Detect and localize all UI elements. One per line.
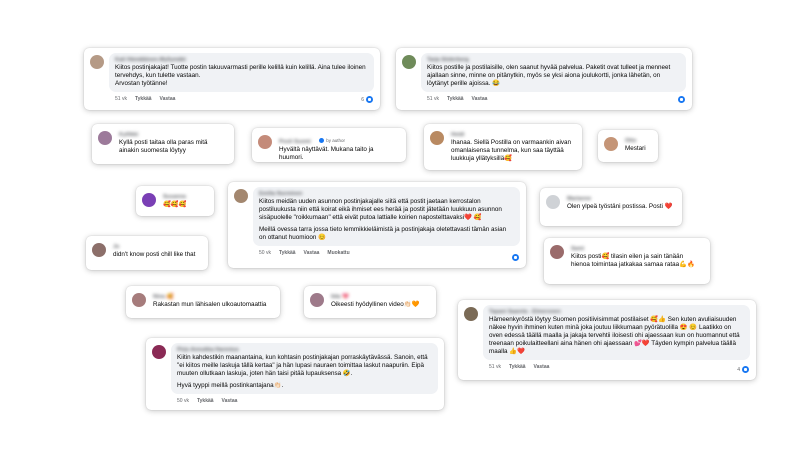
like-reaction-icon bbox=[678, 96, 685, 103]
reply-button[interactable]: Vastaa bbox=[222, 398, 238, 404]
comment-actions: 50 vk Tykkää Vastaa bbox=[177, 398, 438, 404]
avatar[interactable] bbox=[98, 131, 112, 145]
comment-time[interactable]: 50 vk bbox=[259, 250, 271, 256]
comment-author[interactable]: Tarja Söderberg bbox=[427, 56, 680, 64]
comment-card: Kati Hämäläinen-Myllymäki Kiitos postinj… bbox=[84, 48, 380, 110]
comment-text: Kiitos posti🥰 tilasin eilen ja sain tänä… bbox=[571, 253, 695, 269]
comment-actions: 50 vk Tykkää Vastaa Muokattu bbox=[259, 250, 520, 256]
comment-card: Marianne Olen ylpeä työstäni postissa. P… bbox=[540, 188, 682, 226]
reply-button[interactable]: Vastaa bbox=[534, 364, 550, 370]
comment-author[interactable]: Otto bbox=[625, 137, 650, 145]
comment-author[interactable]: Sami bbox=[571, 245, 702, 253]
like-reaction-icon bbox=[366, 96, 373, 103]
avatar[interactable] bbox=[234, 189, 248, 203]
comment-text: Kiitos meidän uuden asunnon postinjakaja… bbox=[259, 198, 502, 222]
comment-time[interactable]: 51 vk bbox=[115, 96, 127, 102]
comment-author[interactable]: Pirjo Annukka Harenius bbox=[177, 346, 432, 354]
comment-author[interactable]: Jo bbox=[113, 243, 200, 251]
reply-button[interactable]: Vastaa bbox=[304, 250, 320, 256]
comment-author[interactable]: Tapani Saarela - Elmeronen bbox=[489, 308, 744, 316]
comment-time[interactable]: 50 vk bbox=[177, 398, 189, 404]
author-badge-icon bbox=[319, 138, 325, 143]
comment-card: Sami Kiitos posti🥰 tilasin eilen ja sain… bbox=[544, 238, 710, 284]
like-button[interactable]: Tykkää bbox=[447, 96, 464, 102]
comment-author[interactable]: Susanna bbox=[163, 193, 206, 201]
comment-actions: 51 vk Tykkää Vastaa bbox=[489, 364, 750, 370]
like-reaction-icon bbox=[742, 366, 749, 373]
comment-card: Tarja Söderberg Kiitos postille ja posti… bbox=[396, 48, 692, 110]
author-badge: by author bbox=[319, 137, 345, 145]
comment-card: Kyllikki Kyllä posti taitaa olla paras m… bbox=[92, 124, 234, 164]
comment-text: Hämeenkyröstä löytyy Suomen positiivisim… bbox=[489, 316, 740, 356]
reaction-count: 6 bbox=[361, 96, 364, 103]
comment-text: Olen ylpeä työstäni postissa. Posti ❤️ bbox=[567, 203, 673, 210]
comment-time[interactable]: 51 vk bbox=[427, 96, 439, 102]
comment-card: Emilia Nurminen Kiitos meidän uuden asun… bbox=[228, 182, 526, 268]
avatar[interactable] bbox=[550, 245, 564, 259]
comment-card: Susanna 🥰🥰🥰 bbox=[136, 186, 214, 216]
avatar[interactable] bbox=[92, 243, 106, 257]
comment-author[interactable]: Emilia Nurminen bbox=[259, 190, 514, 198]
comment-author[interactable]: Marianne bbox=[567, 195, 674, 203]
comment-text: Meillä ovessa tarra jossa tieto lemmikki… bbox=[259, 226, 507, 242]
comment-text: Kyllä posti taitaa olla paras mitä ainak… bbox=[119, 139, 208, 155]
reaction-summary[interactable] bbox=[512, 254, 519, 261]
comment-text: Ihanaa. Siellä Postilla on varmaankin ai… bbox=[451, 139, 572, 163]
like-reaction-icon bbox=[512, 254, 519, 261]
comment-text: Rakastan mun lähisalen ulkoautomaattia bbox=[153, 301, 267, 308]
comment-actions: 51 vk Tykkää Vastaa bbox=[427, 96, 686, 102]
avatar[interactable] bbox=[430, 131, 444, 145]
reaction-summary[interactable] bbox=[678, 96, 685, 103]
comment-text: Hyvältä näyttävät. Mukana taito ja huumo… bbox=[279, 146, 374, 162]
comment-card: Tapani Saarela - Elmeronen Hämeenkyröstä… bbox=[458, 300, 756, 380]
reaction-summary[interactable]: 6 bbox=[361, 96, 373, 103]
comment-time[interactable]: 51 vk bbox=[489, 364, 501, 370]
comment-actions: 51 vk Tykkää Vastaa bbox=[115, 96, 374, 102]
reply-button[interactable]: Vastaa bbox=[472, 96, 488, 102]
avatar[interactable] bbox=[258, 135, 272, 149]
avatar[interactable] bbox=[402, 55, 416, 69]
comment-card: Posti Suomi by author Hyvältä näyttävät.… bbox=[252, 128, 406, 162]
comment-text: 🥰🥰🥰 bbox=[163, 201, 187, 208]
comment-author[interactable]: Kyllikki bbox=[119, 131, 226, 139]
comment-author[interactable]: Kati Hämäläinen-Myllymäki bbox=[115, 56, 368, 64]
comment-card: Jo didn't know posti chill like that bbox=[86, 236, 208, 270]
reaction-count: 4 bbox=[737, 366, 740, 373]
comment-text: Mestari bbox=[625, 145, 646, 152]
comment-text: Kiitos postinjakajat! Tuotte postin taku… bbox=[115, 64, 366, 88]
reaction-summary[interactable]: 4 bbox=[737, 366, 749, 373]
comment-card: Iida 💖 Oikeesti hyödyllinen video👏🏻🧡 bbox=[304, 286, 436, 318]
edited-label: Muokattu bbox=[327, 250, 350, 257]
avatar[interactable] bbox=[152, 345, 166, 359]
reply-button[interactable]: Vastaa bbox=[160, 96, 176, 102]
comment-text: didn't know posti chill like that bbox=[113, 251, 196, 258]
avatar[interactable] bbox=[546, 195, 560, 209]
comment-author[interactable]: Posti Suomi bbox=[279, 138, 311, 146]
comment-text: Oikeesti hyödyllinen video👏🏻🧡 bbox=[331, 301, 420, 308]
comment-card: Heidi Ihanaa. Siellä Postilla on varmaan… bbox=[424, 124, 582, 170]
comment-author[interactable]: Heidi bbox=[451, 131, 574, 139]
comment-text: Kiitos postille ja postilaisille, olen s… bbox=[427, 64, 671, 88]
comment-author[interactable]: Nina 🥰 bbox=[153, 293, 272, 301]
avatar[interactable] bbox=[310, 293, 324, 307]
avatar[interactable] bbox=[604, 137, 618, 151]
comment-card: Pirjo Annukka Harenius Kiitin kahdestiki… bbox=[146, 338, 444, 410]
comment-text: Kiitin kahdestikin maanantaina, kun koht… bbox=[177, 354, 428, 378]
like-button[interactable]: Tykkää bbox=[135, 96, 152, 102]
comment-card: Nina 🥰 Rakastan mun lähisalen ulkoautoma… bbox=[126, 286, 280, 318]
avatar[interactable] bbox=[90, 55, 104, 69]
avatar[interactable] bbox=[142, 193, 156, 207]
comment-author[interactable]: Iida 💖 bbox=[331, 293, 428, 301]
like-button[interactable]: Tykkää bbox=[509, 364, 526, 370]
like-button[interactable]: Tykkää bbox=[197, 398, 214, 404]
comment-text: Hyvä tyyppi meillä postinkantajana👏🏻. bbox=[177, 382, 284, 390]
avatar[interactable] bbox=[464, 307, 478, 321]
avatar[interactable] bbox=[132, 293, 146, 307]
author-badge-label: by author bbox=[326, 138, 345, 143]
like-button[interactable]: Tykkää bbox=[279, 250, 296, 256]
comment-card: Otto Mestari bbox=[598, 130, 658, 162]
